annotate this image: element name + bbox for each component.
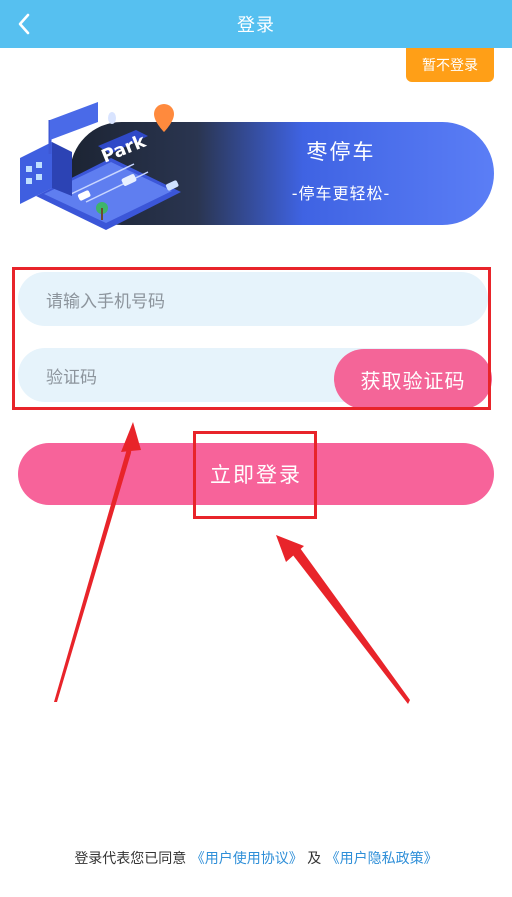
login-button[interactable]: 立即登录 [18, 443, 494, 505]
user-agreement-link[interactable]: 《用户使用协议》 [191, 851, 303, 867]
app-banner: Park 枣停车 -停车更轻松- [16, 96, 494, 236]
agreement-text: 登录代表您已同意 《用户使用协议》 及 《用户隐私政策》 [0, 848, 512, 868]
chevron-left-icon [18, 13, 30, 35]
parking-illustration: Park [20, 102, 181, 230]
banner-subtitle: -停车更轻松- [291, 184, 391, 203]
annotation-arrow-right-head [276, 535, 304, 562]
agreement-conjunction: 及 [307, 851, 322, 867]
agreement-prefix: 登录代表您已同意 [74, 851, 187, 867]
privacy-policy-link[interactable]: 《用户隐私政策》 [326, 851, 438, 867]
skip-login-button[interactable]: 暂不登录 [406, 48, 494, 82]
back-button[interactable] [4, 4, 44, 44]
header-bar: 登录 [0, 0, 512, 48]
page-title: 登录 [237, 15, 275, 36]
get-code-button[interactable]: 获取验证码 [334, 349, 492, 409]
phone-input[interactable]: 请输入手机号码 [18, 272, 488, 326]
annotation-arrow-right [282, 541, 410, 704]
banner-title: 枣停车 [306, 140, 376, 164]
